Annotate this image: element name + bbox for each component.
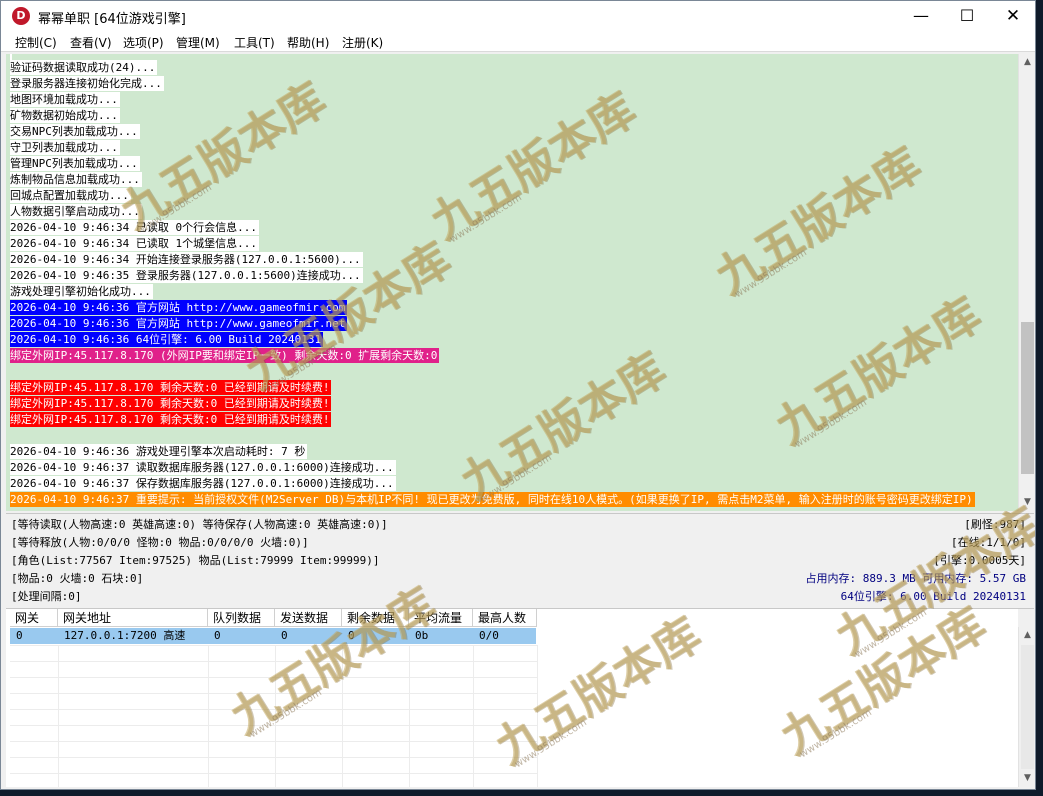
table-gridline: [10, 693, 538, 694]
log-line: 2026-04-10 9:46:34 已读取 0个行会信息...: [10, 220, 259, 235]
maximize-button[interactable]: ☐: [944, 1, 990, 31]
close-button[interactable]: ✕: [990, 1, 1035, 31]
gateway-table[interactable]: 网关 网关地址 队列数据 发送数据 剩余数据 平均流量 最高人数 0 127.0…: [6, 609, 1018, 787]
log-line: 绑定外网IP:45.117.8.170 剩余天数:0 已经到期请及时续费!: [10, 412, 332, 427]
log-line: 2026-04-10 9:46:34 开始连接登录服务器(127.0.0.1:5…: [10, 252, 363, 267]
cell-avg-traffic: 0b: [415, 629, 429, 642]
log-pane[interactable]: 验证码数据读取成功(24)... 登录服务器连接初始化完成... 地图环境加载成功.…: [6, 54, 1018, 511]
log-scrollbar[interactable]: ▲ ▼: [1018, 54, 1035, 511]
menu-manage[interactable]: 管理(M): [176, 34, 220, 51]
status-roles: [角色(List:77567 Item:97525) 物品(List:79999…: [11, 554, 380, 567]
log-line: 2026-04-10 9:46:36 官方网站 http://www.gameo…: [10, 300, 348, 315]
log-line: 2026-04-10 9:46:36 游戏处理引擎本次启动耗时: 7 秒: [10, 444, 308, 459]
log-line: 矿物数据初始成功...: [10, 108, 120, 123]
minimize-button[interactable]: —: [898, 1, 944, 31]
table-gridline: [473, 645, 474, 787]
scroll-down-icon[interactable]: ▼: [1019, 494, 1035, 511]
col-gateway[interactable]: 网关: [10, 609, 58, 627]
menu-control[interactable]: 控制(C): [15, 34, 57, 51]
log-line: 登录服务器连接初始化完成...: [10, 76, 164, 91]
col-queue-data[interactable]: 队列数据: [208, 609, 275, 627]
scroll-thumb[interactable]: [1021, 645, 1034, 769]
table-gridline: [10, 677, 538, 678]
table-gridline: [10, 741, 538, 742]
log-line: 回城点配置加载成功...: [10, 188, 131, 203]
log-line: 游戏处理引擎初始化成功...: [10, 284, 153, 299]
window-title: 幂幂单职 [64位游戏引擎]: [38, 12, 186, 27]
scroll-up-icon[interactable]: ▲: [1019, 627, 1035, 644]
status-items: [物品:0 火墙:0 石块:0]: [11, 572, 144, 585]
cell-queue-data: 0: [214, 629, 221, 642]
log-line: 2026-04-10 9:46:37 保存数据库服务器(127.0.0.1:60…: [10, 476, 396, 491]
log-line: 2026-04-10 9:46:34 已读取 1个城堡信息...: [10, 236, 259, 251]
log-line: 绑定外网IP:45.117.8.170 剩余天数:0 已经到期请及时续费!: [10, 396, 332, 411]
log-line: 炼制物品信息加载成功...: [10, 172, 142, 187]
table-gridline: [10, 757, 538, 758]
log-line: 验证码数据读取成功(24)...: [10, 60, 158, 75]
col-gateway-address[interactable]: 网关地址: [58, 609, 208, 627]
scroll-thumb[interactable]: [1021, 322, 1034, 474]
log-line: 2026-04-10 9:46:37 重要提示: 当前授权文件(M2Server…: [10, 492, 975, 507]
table-gridline: [10, 661, 538, 662]
cell-remaining-data: 0: [348, 629, 355, 642]
menu-options[interactable]: 选项(P): [123, 34, 164, 51]
cell-max-users: 0/0: [479, 629, 499, 642]
status-memory: 占用内存: 889.3 MB 可用内存: 5.57 GB: [805, 572, 1026, 585]
status-online: [在线:1/1/0]: [951, 536, 1026, 549]
status-engine-days: [引擎:0.0005天]: [933, 554, 1026, 567]
status-monster-refresh: [刷怪:987]: [964, 518, 1026, 531]
scroll-down-icon[interactable]: ▼: [1019, 770, 1035, 787]
status-panel: [等待读取(人物高速:0 英雄高速:0) 等待保存(人物高速:0 英雄高速:0)…: [6, 513, 1034, 609]
table-gridline: [409, 645, 410, 787]
table-gridline: [208, 645, 209, 787]
log-line: 绑定外网IP:45.117.8.170 剩余天数:0 已经到期请及时续费!: [10, 380, 332, 395]
table-scrollbar[interactable]: ▲ ▼: [1018, 627, 1035, 787]
cell-gateway-address: 127.0.0.1:7200 高速: [64, 629, 186, 642]
scroll-up-icon[interactable]: ▲: [1019, 54, 1035, 71]
menu-bar: 控制(C) 查看(V) 选项(P) 管理(M) 工具(T) 帮助(H) 注册(K…: [1, 31, 1035, 52]
menu-help[interactable]: 帮助(H): [287, 34, 329, 51]
table-gridline: [275, 645, 276, 787]
status-interval: [处理间隔:0]: [11, 590, 82, 603]
log-line: 绑定外网IP:45.117.8.170 (外网IP要和绑定IP一致) 剩余天数:…: [10, 348, 440, 363]
table-gridline: [10, 725, 538, 726]
cell-send-data: 0: [281, 629, 288, 642]
status-pending-read: [等待读取(人物高速:0 英雄高速:0) 等待保存(人物高速:0 英雄高速:0)…: [11, 518, 388, 531]
cell-gateway: 0: [16, 629, 23, 642]
log-line: 地图环境加载成功...: [10, 92, 120, 107]
col-avg-traffic[interactable]: 平均流量: [409, 609, 473, 627]
log-line: 2026-04-10 9:46:36 64位引擎: 6.00 Build 202…: [10, 332, 324, 347]
status-pending-release: [等待释放(人物:0/0/0 怪物:0 物品:0/0/0/0 火墙:0)]: [11, 536, 309, 549]
table-gridline: [10, 709, 538, 710]
col-send-data[interactable]: 发送数据: [275, 609, 342, 627]
status-build: 64位引擎: 6.00 Build 20240131: [840, 590, 1026, 603]
log-line: 2026-04-10 9:46:37 读取数据库服务器(127.0.0.1:60…: [10, 460, 396, 475]
menu-tools[interactable]: 工具(T): [234, 34, 275, 51]
table-gridline: [537, 645, 538, 787]
log-line: 管理NPC列表加载成功...: [10, 156, 140, 171]
log-line: 2026-04-10 9:46:36 官方网站 http://www.gameo…: [10, 316, 348, 331]
menu-view[interactable]: 查看(V): [70, 34, 112, 51]
table-gridline: [10, 645, 538, 646]
table-gridline: [58, 645, 59, 787]
log-line: 人物数据引擎启动成功...: [10, 204, 142, 219]
col-remaining-data[interactable]: 剩余数据: [342, 609, 409, 627]
app-logo-icon: D: [12, 7, 30, 25]
log-line: 守卫列表加载成功...: [10, 140, 120, 155]
table-gridline: [10, 773, 538, 774]
table-gridline: [342, 645, 343, 787]
col-max-users[interactable]: 最高人数: [473, 609, 537, 627]
title-bar[interactable]: D 幂幂单职 [64位游戏引擎] — ☐ ✕: [1, 1, 1035, 31]
log-line: 交易NPC列表加载成功...: [10, 124, 140, 139]
menu-register[interactable]: 注册(K): [342, 34, 383, 51]
app-window: D 幂幂单职 [64位游戏引擎] — ☐ ✕ 控制(C) 查看(V) 选项(P)…: [0, 0, 1036, 790]
log-line: 2026-04-10 9:46:35 登录服务器(127.0.0.1:5600)…: [10, 268, 363, 283]
